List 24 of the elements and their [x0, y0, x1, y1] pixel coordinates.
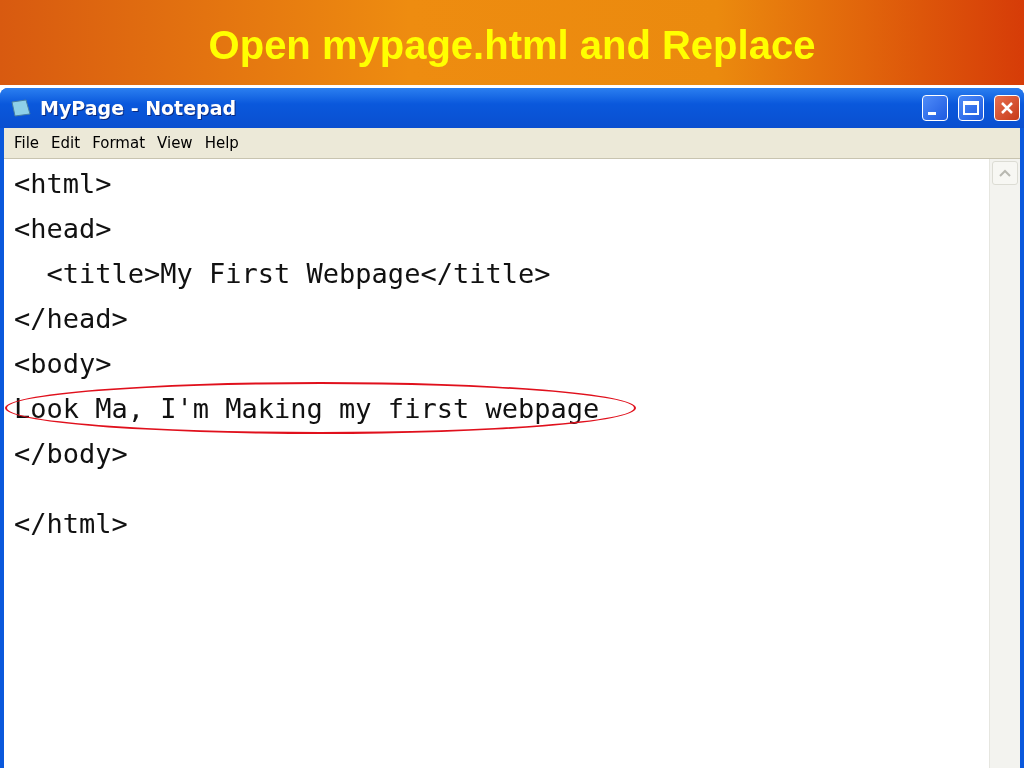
- window-title: MyPage - Notepad: [40, 97, 238, 119]
- code-line: <head>: [14, 213, 112, 244]
- code-line: Look Ma, I'm Making my first webpage: [14, 393, 600, 424]
- notepad-icon: [10, 98, 32, 118]
- scrollbar[interactable]: [989, 159, 1020, 768]
- maximize-icon: [963, 101, 979, 115]
- code-line: <html>: [14, 168, 112, 199]
- maximize-button[interactable]: [958, 95, 984, 121]
- menu-item[interactable]: Help: [198, 132, 245, 154]
- code-line: <body>: [14, 348, 112, 379]
- text-area[interactable]: <html> <head> <title>My First Webpage</title> </head> <body> Look Ma, I'm Making my first webpage </body> </html>: [4, 159, 1020, 768]
- code-line: </body>: [14, 438, 128, 469]
- menu-item[interactable]: File: [8, 132, 46, 154]
- code-line: </html>: [14, 508, 128, 539]
- menu-item[interactable]: Format: [86, 132, 152, 154]
- menu-item[interactable]: Edit: [45, 132, 87, 154]
- slide-title: Open mypage.html and Replace: [208, 22, 816, 68]
- minimize-button[interactable]: [922, 95, 948, 121]
- close-icon: [1000, 101, 1014, 115]
- close-button[interactable]: [994, 95, 1020, 121]
- code-line: </head>: [14, 303, 128, 334]
- code-line: <title>My First Webpage</title>: [45, 258, 551, 289]
- menu-item[interactable]: View: [151, 132, 199, 154]
- minimize-icon: [928, 111, 936, 115]
